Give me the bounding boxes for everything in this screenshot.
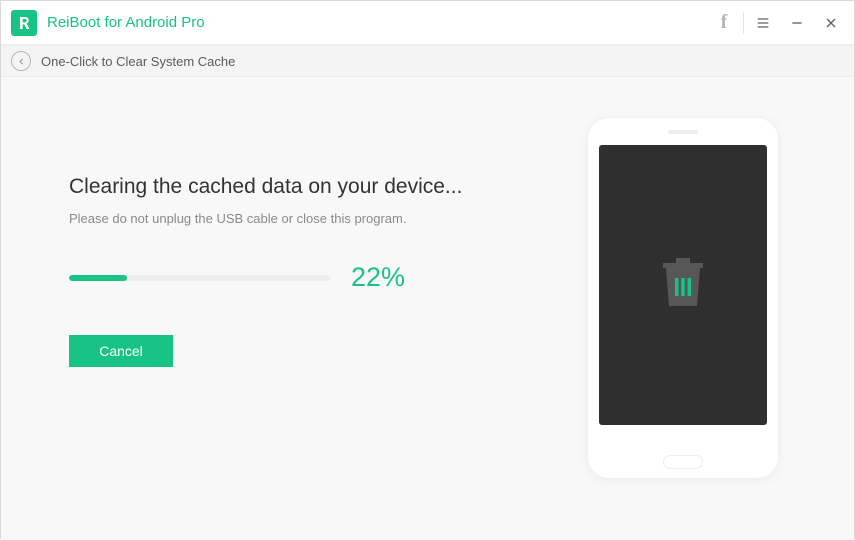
app-title: ReiBoot for Android Pro — [47, 14, 205, 31]
breadcrumb: One-Click to Clear System Cache — [1, 45, 854, 77]
trash-icon — [660, 256, 706, 315]
progress-fill — [69, 275, 127, 281]
back-icon[interactable] — [11, 51, 31, 71]
phone-illustration — [587, 117, 779, 479]
progress-percent: 22% — [351, 262, 405, 293]
phone-screen — [599, 145, 767, 425]
content-area: Clearing the cached data on your device.… — [1, 77, 854, 540]
phone-speaker — [668, 130, 698, 134]
progress-row: 22% — [69, 262, 489, 293]
page-heading: Clearing the cached data on your device.… — [69, 175, 489, 199]
app-logo-icon — [11, 10, 37, 36]
minimize-icon[interactable] — [780, 1, 814, 45]
page-subtext: Please do not unplug the USB cable or cl… — [69, 211, 489, 226]
titlebar: ReiBoot for Android Pro f — [1, 1, 854, 45]
facebook-icon[interactable]: f — [707, 1, 741, 45]
cancel-button[interactable]: Cancel — [69, 335, 173, 367]
breadcrumb-title: One-Click to Clear System Cache — [41, 54, 235, 69]
close-icon[interactable] — [814, 1, 848, 45]
progress-bar — [69, 275, 331, 281]
menu-icon[interactable] — [746, 1, 780, 45]
progress-panel: Clearing the cached data on your device.… — [69, 175, 489, 367]
separator — [743, 12, 744, 34]
phone-home-button — [663, 455, 703, 469]
